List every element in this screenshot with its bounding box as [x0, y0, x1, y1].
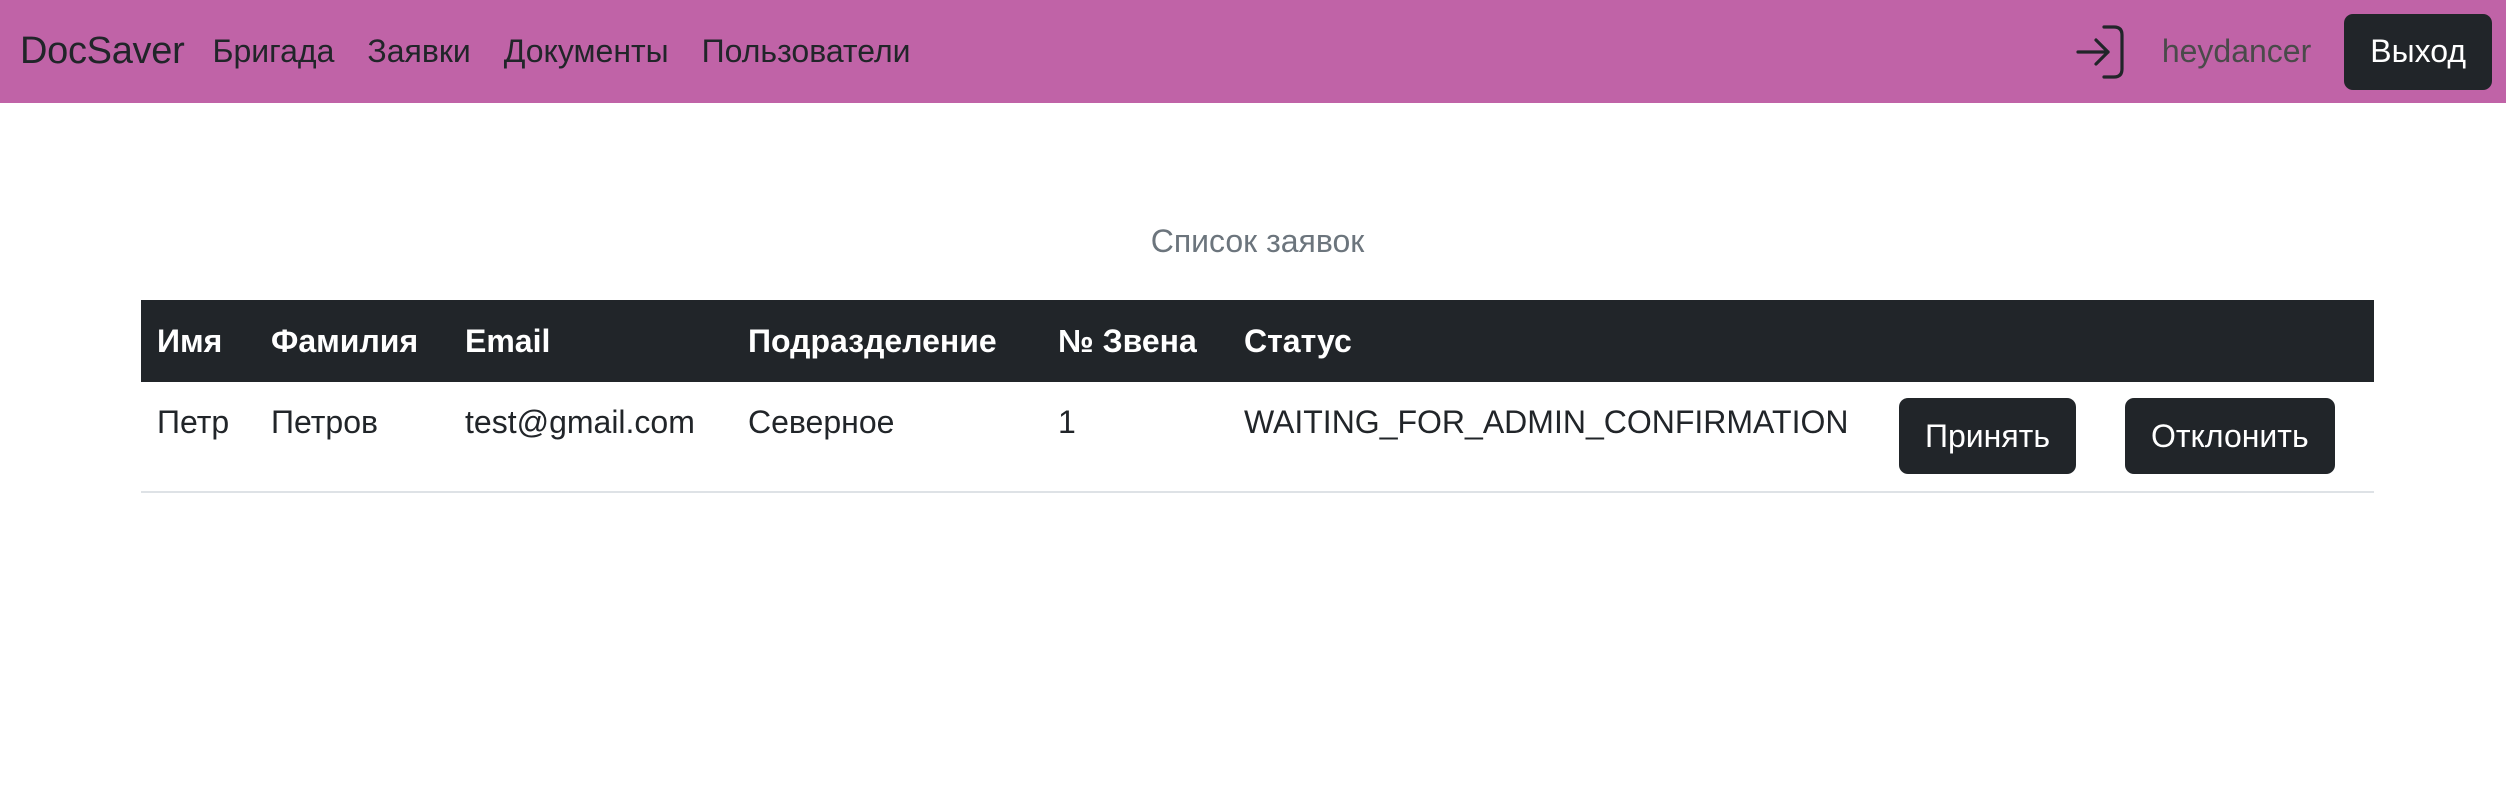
brand-logo[interactable]: DocSaver	[20, 30, 185, 73]
header-division: Подразделение	[748, 322, 997, 359]
top-navbar: DocSaver Бригада Заявки Документы Пользо…	[0, 0, 2506, 103]
main-content: Список заявок Имя Фамилия Email Подразде…	[141, 220, 2374, 493]
header-accept-column	[1883, 300, 2109, 382]
cell-email: test@gmail.com	[465, 404, 695, 440]
accept-button[interactable]: Принять	[1899, 398, 2076, 474]
header-status: Статус	[1244, 322, 1352, 359]
login-arrow-icon[interactable]	[2074, 22, 2126, 82]
header-unit-number: № Звена	[1058, 322, 1197, 359]
header-reject-column	[2109, 300, 2374, 382]
nav-link-documents[interactable]: Документы	[504, 33, 669, 70]
cell-status: WAITING_FOR_ADMIN_CONFIRMATION	[1244, 404, 1849, 440]
cell-first-name: Петр	[157, 404, 230, 440]
nav-user-area: heydancer Выход	[2074, 0, 2492, 103]
table-row: Петр Петров test@gmail.com Северное 1 WA…	[141, 382, 2374, 492]
table-header-row: Имя Фамилия Email Подразделение № Звена …	[141, 300, 2374, 382]
nav-links: Бригада Заявки Документы Пользователи	[212, 33, 943, 70]
logout-button[interactable]: Выход	[2344, 13, 2492, 90]
reject-button[interactable]: Отклонить	[2125, 398, 2335, 474]
header-last-name: Фамилия	[271, 322, 419, 359]
username-label: heydancer	[2161, 33, 2312, 69]
cell-accept: Принять	[1883, 382, 2109, 492]
nav-link-brigade[interactable]: Бригада	[212, 33, 334, 70]
header-first-name: Имя	[157, 322, 223, 359]
nav-link-requests[interactable]: Заявки	[367, 33, 470, 70]
cell-reject: Отклонить	[2109, 382, 2374, 492]
nav-link-users[interactable]: Пользователи	[702, 33, 911, 70]
cell-division: Северное	[748, 404, 895, 440]
cell-unit-number: 1	[1058, 404, 1076, 440]
table-caption: Список заявок	[1150, 223, 1365, 259]
cell-last-name: Петров	[271, 404, 378, 440]
header-email: Email	[465, 322, 551, 359]
requests-table: Имя Фамилия Email Подразделение № Звена …	[141, 300, 2374, 493]
